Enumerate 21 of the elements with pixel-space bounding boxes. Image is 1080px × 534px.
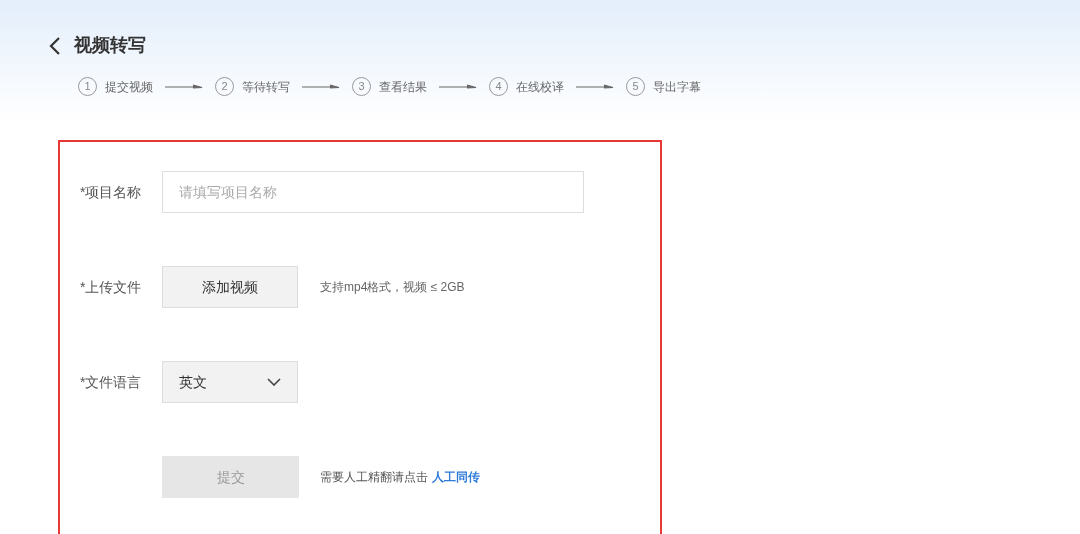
field-label: *上传文件	[80, 277, 143, 297]
arrow-icon	[576, 83, 614, 90]
page-title: 视频转写	[74, 34, 146, 57]
field-label: *项目名称	[80, 182, 143, 202]
interpreter-link[interactable]: 人工同传	[432, 468, 480, 486]
language-select[interactable]: 英文	[162, 361, 298, 403]
field-label: *文件语言	[80, 372, 143, 392]
step-label: 导出字幕	[653, 78, 701, 96]
step-label: 在线校译	[516, 78, 564, 96]
step-label: 等待转写	[242, 78, 290, 96]
add-video-button[interactable]: 添加视频	[162, 266, 298, 308]
back-icon[interactable]	[48, 35, 62, 56]
chevron-down-icon	[267, 378, 281, 386]
upload-hint: 支持mp4格式，视频 ≤ 2GB	[320, 279, 465, 296]
project-name-field[interactable]: 请填写项目名称	[162, 171, 584, 213]
arrow-icon	[165, 83, 203, 90]
arrow-icon	[302, 83, 340, 90]
step-label: 查看结果	[379, 78, 427, 96]
step-label: 提交视频	[105, 78, 153, 96]
help-text: 需要人工精翻请点击	[320, 469, 428, 486]
arrow-icon	[439, 83, 477, 90]
